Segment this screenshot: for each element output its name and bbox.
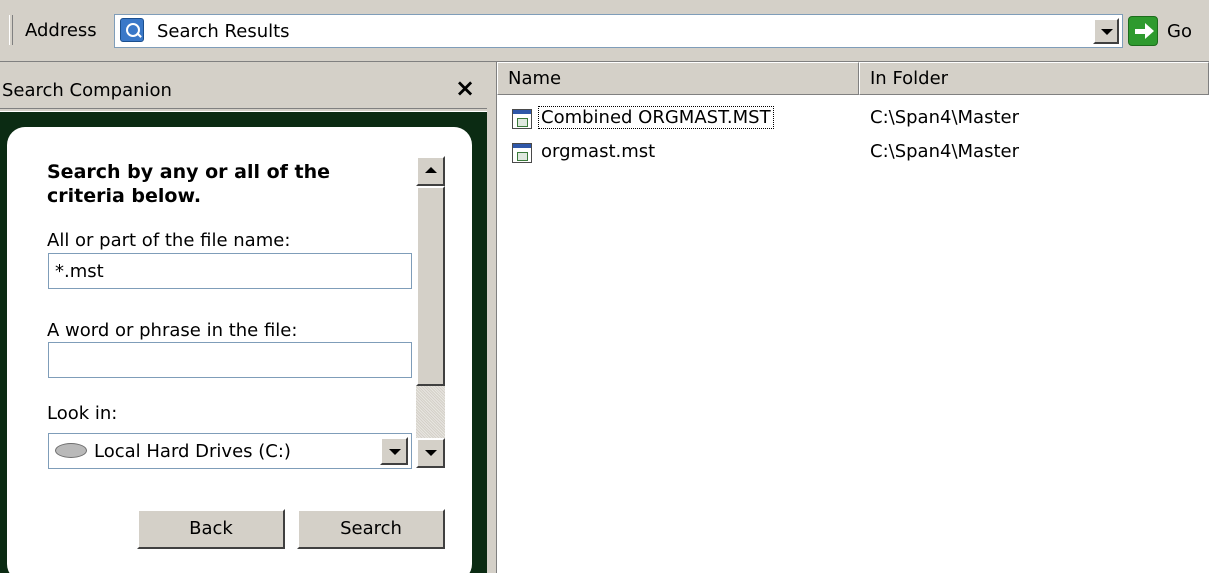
hard-drive-icon [55, 443, 87, 458]
scroll-up-button[interactable] [416, 156, 445, 186]
back-button[interactable]: Back [137, 509, 285, 549]
file-folder: C:\Span4\Master [870, 107, 1019, 128]
file-icon [512, 143, 532, 163]
results-list: Name In Folder Combined ORGMAST.MST C:\S… [497, 62, 1209, 573]
table-row[interactable]: Combined ORGMAST.MST C:\Span4\Master [497, 105, 1209, 133]
scrollbar-thumb[interactable] [416, 186, 445, 386]
search-heading: Search by any or all of the criteria bel… [47, 161, 331, 207]
companion-panel: Search by any or all of the criteria bel… [0, 112, 487, 582]
chevron-up-icon [425, 167, 437, 173]
chevron-down-icon [1101, 29, 1113, 35]
vertical-scrollbar[interactable] [416, 156, 445, 468]
address-label: Address [25, 20, 97, 41]
toolbar-grip[interactable] [9, 15, 13, 45]
file-icon [512, 109, 532, 129]
file-name-label: All or part of the file name: [47, 230, 291, 251]
look-in-select[interactable]: Local Hard Drives (C:) [48, 433, 412, 469]
scroll-down-button[interactable] [416, 438, 445, 468]
go-arrow-icon[interactable] [1128, 16, 1158, 46]
file-name[interactable]: orgmast.mst [539, 141, 657, 162]
column-header-name[interactable]: Name [497, 62, 859, 95]
go-button[interactable]: Go [1167, 21, 1192, 42]
table-row[interactable]: orgmast.mst C:\Span4\Master [497, 139, 1209, 167]
chevron-down-icon [425, 450, 437, 456]
phrase-input[interactable] [48, 342, 412, 378]
search-button[interactable]: Search [297, 509, 445, 549]
file-name-input[interactable]: *.mst [48, 253, 412, 289]
close-icon[interactable]: × [455, 74, 475, 102]
chevron-down-icon [389, 449, 401, 455]
search-companion-pane: Search Companion × Search by any or all … [0, 62, 487, 582]
file-name[interactable]: Combined ORGMAST.MST [538, 106, 774, 129]
file-name-value: *.mst [55, 261, 104, 282]
address-dropdown-button[interactable] [1093, 18, 1119, 44]
address-value[interactable]: Search Results [157, 21, 290, 42]
address-field[interactable]: Search Results [114, 14, 1123, 48]
pane-splitter[interactable] [487, 62, 497, 573]
column-header-folder[interactable]: In Folder [859, 62, 1209, 95]
search-results-icon [120, 18, 144, 42]
phrase-label: A word or phrase in the file: [47, 320, 298, 341]
address-bar: Address Search Results Go [0, 0, 1209, 62]
file-folder: C:\Span4\Master [870, 141, 1019, 162]
look-in-label: Look in: [47, 403, 118, 424]
look-in-dropdown-button[interactable] [380, 437, 408, 465]
pane-title: Search Companion [2, 80, 172, 101]
look-in-value: Local Hard Drives (C:) [94, 441, 291, 462]
search-card: Search by any or all of the criteria bel… [7, 127, 472, 582]
